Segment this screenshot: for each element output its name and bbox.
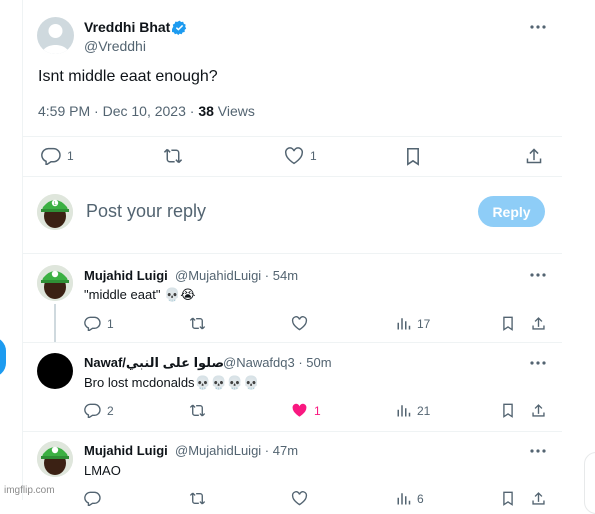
more-options-icon[interactable] — [530, 25, 546, 29]
sidebar-card-edge — [584, 452, 595, 514]
reply-text: Bro lost mcdonalds💀💀💀💀 — [84, 375, 260, 390]
reply-count: 2 — [107, 403, 114, 418]
reply-icon — [84, 491, 101, 506]
compose-fab-edge[interactable] — [0, 337, 6, 377]
reply-text: LMAO — [84, 463, 121, 478]
like-action[interactable] — [291, 316, 308, 331]
like-action[interactable] — [291, 491, 308, 506]
heart-icon — [291, 316, 308, 331]
share-action[interactable] — [531, 403, 546, 418]
author-avatar[interactable] — [37, 17, 74, 54]
views-label: Views — [213, 103, 255, 119]
share-icon — [532, 492, 545, 505]
page-background — [563, 0, 595, 500]
share-icon — [532, 317, 545, 330]
views-count: 21 — [417, 403, 431, 418]
views-count: 6 — [417, 491, 424, 506]
views-action[interactable]: 21 — [396, 403, 430, 418]
reply-action[interactable] — [84, 491, 101, 506]
reply-text: "middle eaat" 💀😭 — [84, 287, 196, 302]
heart-filled-icon — [292, 403, 307, 417]
reply-button[interactable]: Reply — [478, 196, 545, 227]
author-name[interactable]: Vreddhi Bhat — [84, 19, 170, 35]
tweet-meta: 4:59 PM · Dec 10, 2023 · 38 Views — [38, 103, 255, 119]
repost-icon — [189, 404, 206, 417]
views-count: 38 — [198, 103, 214, 119]
repost-icon — [163, 148, 183, 164]
analytics-icon — [397, 493, 411, 505]
share-icon — [532, 404, 545, 417]
divider — [22, 176, 562, 177]
divider — [22, 342, 562, 343]
repost-icon — [189, 317, 206, 330]
reply-icon — [84, 316, 101, 331]
reply-count: 1 — [107, 316, 114, 331]
watermark: imgflip.com — [4, 485, 55, 496]
reply-avatar[interactable] — [37, 441, 73, 477]
reply-author-name[interactable]: Mujahid Luigi — [84, 443, 168, 458]
user-avatar[interactable]: L — [37, 194, 73, 230]
analytics-icon — [397, 318, 411, 330]
heart-icon — [285, 147, 303, 165]
analytics-icon — [397, 405, 411, 417]
verified-badge-icon — [172, 20, 187, 35]
divider — [22, 136, 562, 137]
bookmark-action[interactable] — [501, 316, 515, 331]
reply-action[interactable]: 1 — [41, 147, 74, 165]
repost-action[interactable] — [163, 147, 183, 165]
more-options-icon[interactable] — [530, 361, 546, 365]
reply-author-name[interactable]: Nawaf/صلوا على النبي — [84, 355, 224, 371]
tweet-text: Isnt middle eaat enough? — [38, 68, 218, 85]
reply-input[interactable]: Post your reply — [86, 201, 206, 222]
reply-avatar[interactable] — [37, 353, 73, 389]
share-icon — [526, 148, 542, 164]
reply-action[interactable]: 2 — [84, 403, 114, 418]
repost-action[interactable] — [189, 491, 206, 506]
bookmark-icon — [503, 403, 513, 418]
reply-handle-time[interactable]: @MujahidLuigi · 47m — [175, 443, 298, 458]
reply-handle-time[interactable]: @Nawafdq3 · 50m — [223, 355, 332, 370]
bookmark-action[interactable] — [501, 403, 515, 418]
repost-icon — [189, 492, 206, 505]
views-action[interactable]: 17 — [396, 316, 430, 331]
reply-icon — [84, 403, 101, 418]
tweet-timestamp[interactable]: 4:59 PM · Dec 10, 2023 · — [38, 103, 198, 119]
views-action[interactable]: 6 — [396, 491, 424, 506]
heart-icon — [291, 491, 308, 506]
views-count: 17 — [417, 316, 431, 331]
reply-author-name[interactable]: Mujahid Luigi — [84, 268, 168, 283]
divider — [22, 253, 562, 254]
bookmark-icon — [503, 316, 513, 331]
svg-text:L: L — [54, 201, 57, 207]
more-options-icon[interactable] — [530, 449, 546, 453]
repost-action[interactable] — [189, 316, 206, 331]
bookmark-action[interactable] — [404, 147, 422, 166]
like-count: 1 — [310, 149, 317, 163]
like-action[interactable]: 1 — [284, 147, 317, 165]
like-count: 1 — [314, 403, 321, 418]
thread-connector — [54, 304, 56, 342]
reply-avatar[interactable] — [37, 265, 73, 301]
reply-icon — [41, 147, 61, 165]
like-action[interactable]: 1 — [291, 403, 321, 418]
more-options-icon[interactable] — [530, 273, 546, 277]
reply-handle-time[interactable]: @MujahidLuigi · 54m — [175, 268, 298, 283]
repost-action[interactable] — [189, 403, 206, 418]
share-action[interactable] — [525, 147, 543, 165]
share-action[interactable] — [531, 491, 546, 506]
divider — [22, 431, 562, 432]
author-handle[interactable]: @Vreddhi — [84, 38, 146, 54]
reply-count: 1 — [67, 149, 74, 163]
reply-action[interactable]: 1 — [84, 316, 114, 331]
share-action[interactable] — [531, 316, 546, 331]
bookmark-action[interactable] — [501, 491, 515, 506]
bookmark-icon — [503, 491, 513, 506]
bookmark-icon — [407, 147, 419, 166]
